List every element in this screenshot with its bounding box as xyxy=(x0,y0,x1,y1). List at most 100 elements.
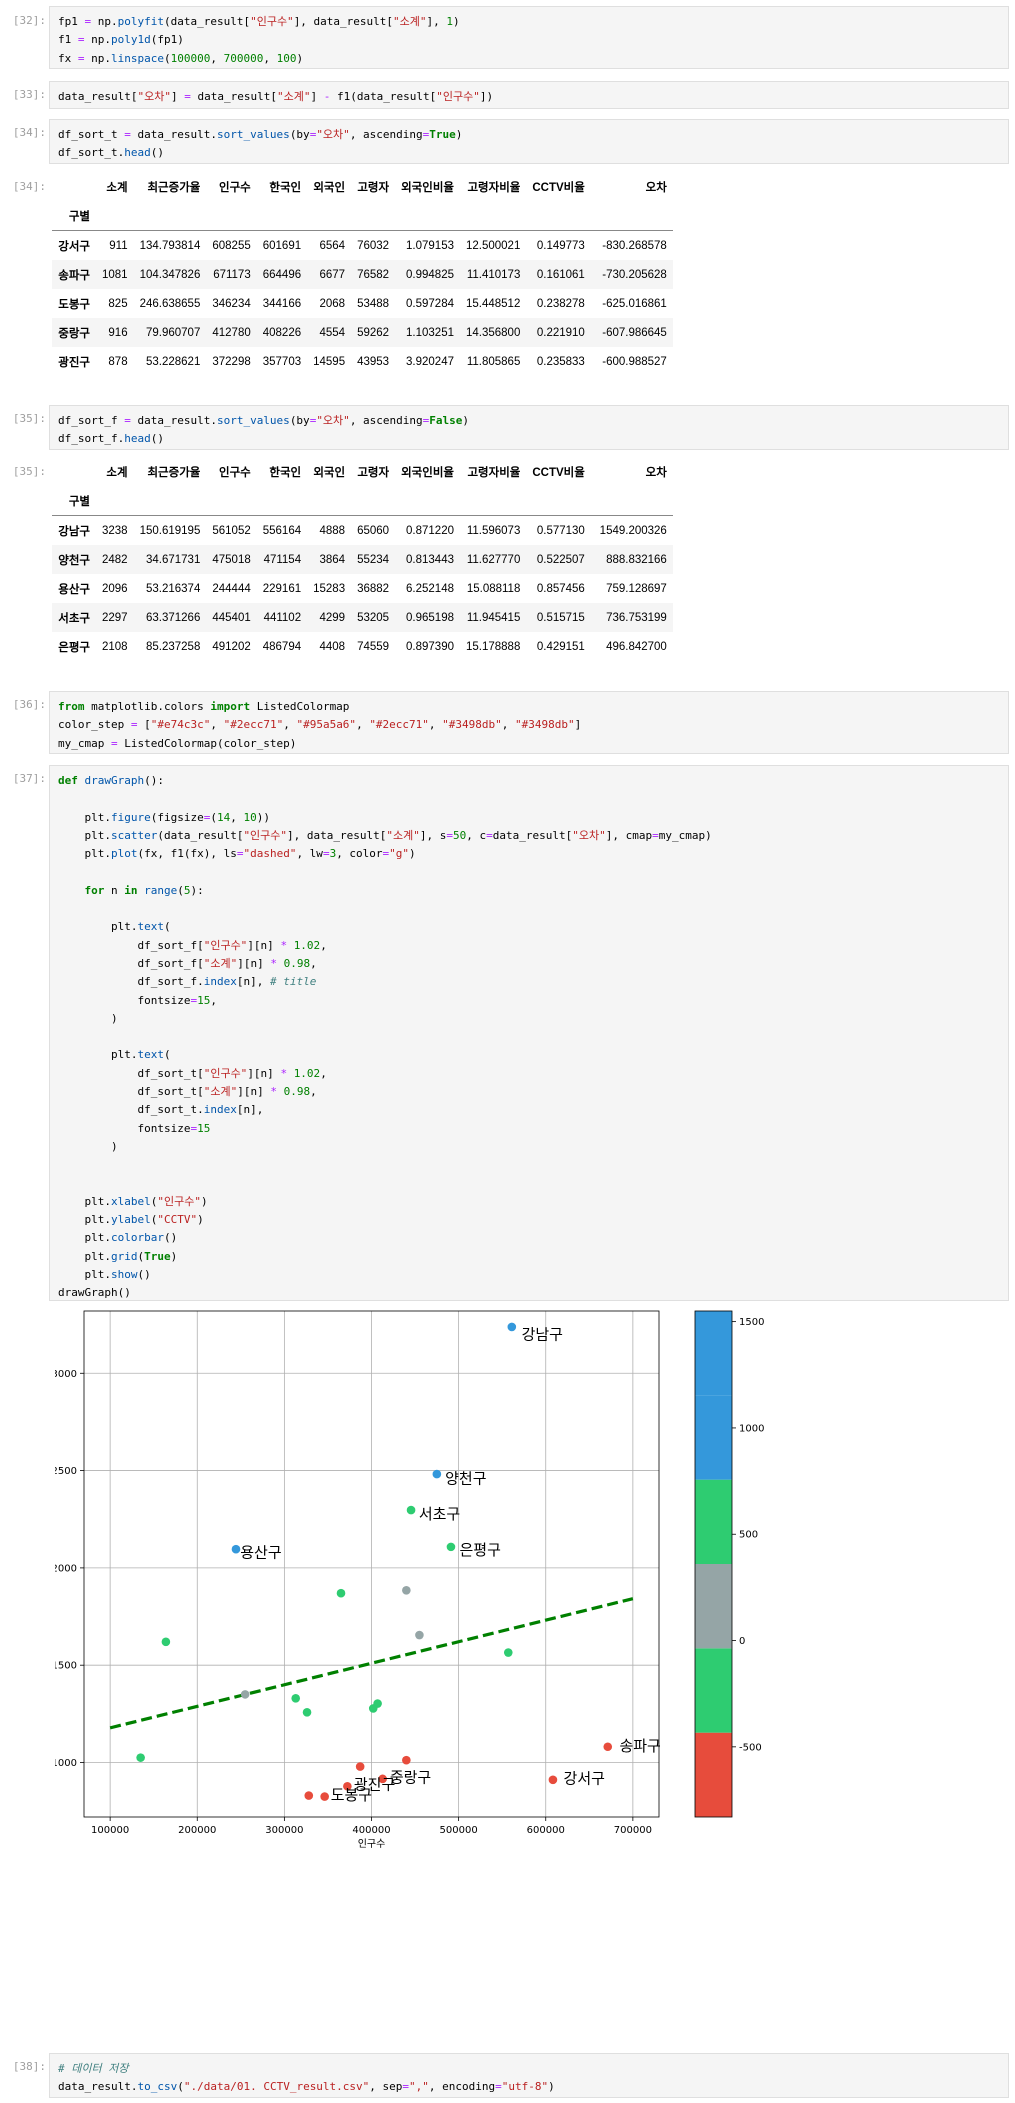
code-text: # 데이터 저장 data_result.to_csv("./data/01. … xyxy=(58,2062,555,2094)
table-cell: 1.103251 xyxy=(395,318,460,347)
table-cell: 3864 xyxy=(307,545,352,574)
dataframe-sort-f: 소계 최근증가율 인구수 한국인 외국인 고령자 외국인비율 고령자비율 CCT… xyxy=(52,457,673,661)
point-label: 광진구 xyxy=(354,1776,395,1794)
table-cell: 0.429151 xyxy=(536,640,585,653)
code-cell[interactable]: df_sort_f = data_result.sort_values(by="… xyxy=(49,405,1009,450)
table-cell: 825 xyxy=(108,297,128,310)
data-point xyxy=(336,1588,346,1598)
row-index: 은평구 xyxy=(58,641,90,654)
table-cell: 441102 xyxy=(256,603,308,632)
code-cell[interactable]: df_sort_t = data_result.sort_values(by="… xyxy=(49,119,1009,164)
col-header: CCTV비율 xyxy=(532,181,585,194)
table-cell: 4408 xyxy=(319,640,346,653)
table-cell: 0.577130 xyxy=(536,524,585,537)
table-row: 도봉구 825 246.638655 346234 344166 2068 53488 0.5… xyxy=(52,289,673,318)
table-cell: -607.986645 xyxy=(590,318,673,347)
table-cell: 4888 xyxy=(319,524,346,537)
table-cell: 608255 xyxy=(212,239,251,252)
code-text: df_sort_t = data_result.sort_values(by="… xyxy=(58,128,463,160)
table-cell: 0.871220 xyxy=(406,524,454,537)
input-prompt: [37]: xyxy=(12,772,46,785)
col-header: 고령자비율 xyxy=(467,181,521,194)
table-cell: 759.128697 xyxy=(606,582,667,595)
input-prompt: [35]: xyxy=(12,412,46,425)
point-label: 양천구 xyxy=(445,1470,486,1488)
table-cell: 53205 xyxy=(351,603,396,632)
table-cell: 916 xyxy=(96,318,134,347)
table-cell: 43953 xyxy=(357,355,390,368)
table-cell: 372298 xyxy=(212,355,251,368)
y-tick-label: 1500 xyxy=(55,1661,77,1672)
table-cell: 134.793814 xyxy=(139,239,201,252)
data-point xyxy=(406,1505,416,1515)
table-cell: -625.016861 xyxy=(602,297,667,310)
table-cell: 2108 xyxy=(102,640,128,653)
y-tick-label: 2000 xyxy=(55,1563,77,1574)
table-row: 송파구 1081 104.347826 671173 664496 6677 76582 0.… xyxy=(52,260,673,289)
point-label: 은평구 xyxy=(460,1541,501,1559)
x-tick-label: 300000 xyxy=(265,1825,303,1836)
table-cell: 0.813443 xyxy=(395,545,460,574)
input-prompt: [38]: xyxy=(12,2060,46,2073)
col-header: 오차 xyxy=(645,466,667,479)
data-point xyxy=(136,1753,145,1762)
table-cell: 671173 xyxy=(206,260,257,289)
table-cell: 0.897390 xyxy=(406,640,454,653)
code-cell[interactable]: data_result["오차"] = data_result["소계"] - … xyxy=(49,81,1009,109)
table-cell: 11.805865 xyxy=(466,355,521,368)
table-row: 용산구 2096 53.216374 244444 229161 15283 36882 6.… xyxy=(52,574,673,603)
table-cell: 1549.200326 xyxy=(599,524,667,537)
col-header: 소계 xyxy=(106,181,128,194)
data-point xyxy=(503,1648,513,1657)
table-cell: 0.597284 xyxy=(406,297,454,310)
colorbar-segment xyxy=(695,1732,732,1817)
table-cell: 471154 xyxy=(256,545,308,574)
table-cell: 53.216374 xyxy=(145,582,201,595)
row-index: 송파구 xyxy=(52,260,96,289)
table-cell: 11.945415 xyxy=(459,603,527,632)
table-cell: 53488 xyxy=(357,297,390,310)
code-cell[interactable]: fp1 = np.polyfit(data_result["인구수"], dat… xyxy=(49,6,1009,69)
table-cell: 1.079153 xyxy=(406,239,454,252)
colorbar-tick-label: 1000 xyxy=(739,1423,764,1434)
point-label: 송파구 xyxy=(619,1737,660,1755)
table-cell: 357703 xyxy=(262,355,302,368)
input-prompt: [36]: xyxy=(12,698,46,711)
table-row: 은평구 2108 85.237258 491202 486794 4408 74559 0.8… xyxy=(52,632,673,661)
x-tick-label: 500000 xyxy=(440,1825,478,1836)
code-cell[interactable]: def drawGraph(): plt.figure(figsize=(14,… xyxy=(49,765,1009,1301)
colorbar-tick-label: 1500 xyxy=(739,1317,764,1328)
data-point xyxy=(231,1544,241,1554)
table-cell: 2096 xyxy=(102,582,128,595)
colorbar-segment xyxy=(695,1648,732,1733)
code-text: from matplotlib.colors import ListedColo… xyxy=(58,700,582,750)
col-header: 인구수 xyxy=(218,181,251,194)
table-cell: 14.356800 xyxy=(459,318,527,347)
scatter-plot-output: 100000 200000 300000 400000 500000 600000 7000… xyxy=(42,1310,1010,2022)
code-cell[interactable]: # 데이터 저장 data_result.to_csv("./data/01. … xyxy=(49,2053,1009,2098)
table-row: 중랑구 916 79.960707 412780 408226 4554 59262 1.10… xyxy=(52,318,673,347)
table-cell: 911 xyxy=(109,239,128,252)
input-prompt: [33]: xyxy=(12,88,46,101)
index-name-row: 구별 xyxy=(52,486,673,516)
table-cell: 491202 xyxy=(212,640,251,653)
y-tick-label: 1000 xyxy=(55,1758,77,1769)
table-cell: 244444 xyxy=(212,582,251,595)
table-cell: 85.237258 xyxy=(145,640,201,653)
col-header: 최근증가율 xyxy=(147,466,201,479)
table-cell: 344166 xyxy=(262,297,302,310)
col-header: 최근증가율 xyxy=(147,181,201,194)
row-index: 도봉구 xyxy=(58,298,90,311)
table-cell: 736.753199 xyxy=(590,603,673,632)
table-cell: 79.960707 xyxy=(133,318,207,347)
code-cell[interactable]: from matplotlib.colors import ListedColo… xyxy=(49,691,1009,754)
col-header: 한국인 xyxy=(269,466,302,479)
table-cell: 601691 xyxy=(262,239,302,252)
table-cell: 0.161061 xyxy=(526,260,591,289)
header-row: 소계 최근증가율 인구수 한국인 외국인 고령자 외국인비율 고령자비율 CCT… xyxy=(52,457,673,486)
dataframe-sort-t: 소계 최근증가율 인구수 한국인 외국인 고령자 외국인비율 고령자비율 CCT… xyxy=(52,172,673,376)
code-text: def drawGraph(): plt.figure(figsize=(14,… xyxy=(58,774,712,1300)
data-point xyxy=(320,1792,329,1801)
table-cell: 412780 xyxy=(206,318,257,347)
table-cell: 0.857456 xyxy=(536,582,585,595)
